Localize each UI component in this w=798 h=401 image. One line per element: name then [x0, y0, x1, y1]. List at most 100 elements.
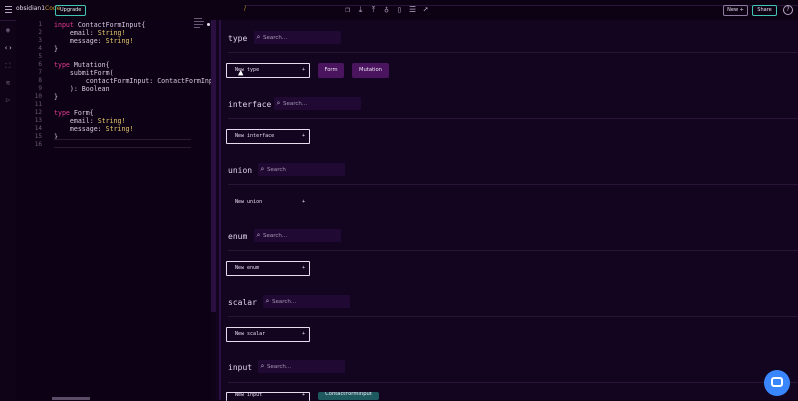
breadcrumb: obsidian1/Code	[16, 5, 798, 12]
add-enum-icon[interactable]: +	[302, 262, 305, 275]
code-token: String!	[105, 125, 134, 133]
bulb-icon[interactable]: ♁	[383, 5, 390, 14]
project-name[interactable]: obsidian1	[16, 5, 45, 12]
code-token: String!	[105, 37, 134, 45]
play-icon[interactable]: ▷	[4, 96, 12, 104]
code-token: :	[89, 117, 98, 125]
code-token: String!	[97, 117, 126, 125]
current-line-highlight	[54, 139, 191, 148]
code-token: type	[54, 109, 70, 117]
line-number: 12	[34, 109, 42, 116]
eye-icon[interactable]: ◉	[4, 26, 12, 34]
minimap-indicator	[207, 23, 210, 26]
panel-scroll-track	[219, 20, 221, 400]
line-number: 2	[38, 29, 42, 36]
code-line[interactable]: }	[54, 45, 58, 53]
line-number: 9	[38, 85, 42, 92]
type-tag-mutation[interactable]: Mutation	[352, 63, 389, 78]
code-line[interactable]: email: String!	[54, 117, 126, 125]
new-scalar-input[interactable]: New scalar +	[226, 327, 310, 342]
chat-icon	[771, 377, 783, 387]
code-line[interactable]: submitForm(	[54, 69, 114, 77]
expand-icon[interactable]: ⛶	[4, 62, 12, 70]
new-interface-input[interactable]: New interface +	[226, 129, 310, 144]
section-divider	[228, 52, 798, 53]
section-title-type: type	[228, 34, 248, 43]
code-icon[interactable]: ‹›	[4, 44, 12, 52]
search-icon: ⌕	[260, 165, 265, 173]
code-token: type	[54, 61, 70, 69]
type-tag-form[interactable]: Form	[318, 63, 344, 78]
code-token: input	[54, 21, 74, 29]
search-icon: ⌕	[276, 99, 281, 107]
line-number: 13	[34, 117, 42, 124]
code-token: :	[89, 29, 98, 37]
new-enum-input[interactable]: New enum +	[226, 261, 310, 276]
section-divider	[228, 316, 798, 317]
code-line[interactable]: ): Boolean	[54, 85, 110, 93]
minimap[interactable]	[194, 18, 208, 32]
line-number: 4	[38, 45, 42, 52]
new-scalar-label: New scalar	[235, 331, 266, 337]
top-bar: obsidian1/Code Upgrade ❐ ⤓ ⤒ ♁ ▯ ☰ ➚ New…	[0, 0, 798, 21]
code-token: submitForm(	[54, 69, 114, 77]
code-token: ): Boolean	[54, 85, 110, 93]
code-token: ContactFormInput{	[73, 21, 146, 29]
help-icon[interactable]: ?	[783, 5, 793, 15]
new-button[interactable]: New +	[723, 5, 748, 16]
code-line[interactable]: input ContactFormInput{	[54, 21, 145, 29]
share-button[interactable]: Share	[752, 5, 777, 16]
menu-icon[interactable]	[5, 6, 12, 13]
code-line[interactable]: type Form{	[54, 109, 94, 117]
code-line[interactable]: message: String!	[54, 125, 134, 133]
scalar-search-input[interactable]: ⌕ Search...	[263, 295, 350, 308]
section-title-enum: enum	[228, 232, 248, 241]
add-union-icon[interactable]: +	[302, 196, 305, 209]
line-number: 14	[34, 125, 42, 132]
layers-icon[interactable]: ≋	[4, 79, 12, 87]
new-interface-label: New interface	[235, 133, 275, 139]
union-search-placeholder: Search	[267, 167, 286, 173]
new-union-label: New union	[235, 199, 263, 205]
code-token: }	[54, 93, 58, 101]
code-token: message	[54, 37, 98, 45]
add-interface-icon[interactable]: +	[302, 130, 305, 143]
search-icon: ⌕	[256, 33, 261, 41]
code-line[interactable]: email: String!	[54, 29, 126, 37]
input-tag-contactforminput[interactable]: ContactFormInput	[318, 392, 379, 400]
code-line[interactable]: message: String!	[54, 37, 134, 45]
code-line[interactable]: contactFormInput: ContactFormInp	[54, 77, 213, 85]
union-search-input[interactable]: ⌕ Search	[258, 163, 345, 176]
interface-search-input[interactable]: ⌕ Search...	[274, 97, 361, 110]
copy-icon[interactable]: ❐	[344, 5, 351, 14]
section-title-scalar: scalar	[228, 298, 257, 307]
upload-icon[interactable]: ⤒	[370, 5, 377, 14]
search-icon: ⌕	[256, 231, 261, 239]
book-icon[interactable]: ▯	[396, 5, 403, 14]
line-number: 15	[34, 133, 42, 140]
download-icon[interactable]: ⤓	[357, 5, 364, 14]
upgrade-button[interactable]: Upgrade	[55, 5, 87, 16]
new-union-input[interactable]: New union +	[226, 195, 310, 210]
code-token: String!	[97, 29, 126, 37]
type-search-input[interactable]: ⌕ Search...	[254, 31, 341, 44]
section-divider	[228, 118, 798, 119]
add-type-icon[interactable]: +	[302, 64, 305, 77]
line-number: 11	[34, 101, 42, 108]
left-rail: ◉ ‹› ⛶ ≋ ▷	[0, 20, 16, 400]
section-divider	[228, 382, 798, 383]
code-line[interactable]: type Mutation{	[54, 61, 110, 69]
rocket-icon[interactable]: ➚	[422, 5, 429, 14]
code-token: email	[54, 29, 90, 37]
code-line[interactable]: }	[54, 93, 58, 101]
input-search-input[interactable]: ⌕ Search...	[258, 360, 345, 373]
code-token: }	[54, 45, 58, 53]
enum-search-input[interactable]: ⌕ Search...	[254, 229, 341, 242]
line-number: 8	[38, 77, 42, 84]
section-title-input: input	[228, 363, 253, 372]
line-number: 1	[38, 21, 42, 28]
add-scalar-icon[interactable]: +	[302, 328, 305, 341]
code-token: Form{	[69, 109, 94, 117]
list-icon[interactable]: ☰	[409, 5, 416, 14]
chat-button[interactable]	[764, 370, 790, 396]
